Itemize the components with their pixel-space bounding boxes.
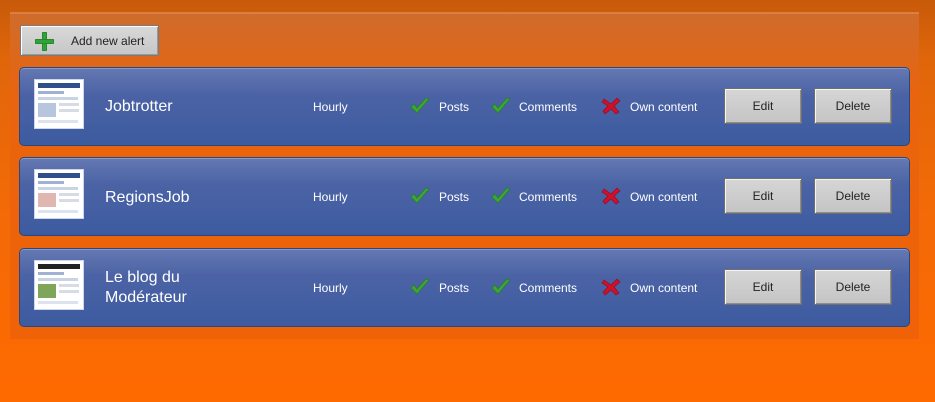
alert-row: RegionsJob Hourly Posts Comments Own con…	[19, 157, 910, 236]
delete-button[interactable]: Delete	[814, 178, 892, 214]
add-new-alert-button[interactable]: Add new alert	[20, 25, 159, 56]
alert-name: Jobtrotter	[105, 98, 173, 115]
alert-frequency: Hourly	[313, 190, 348, 204]
check-icon	[491, 278, 511, 295]
site-thumbnail	[34, 260, 84, 310]
cross-icon	[601, 278, 621, 296]
option-comments: Comments	[519, 100, 578, 114]
edit-button[interactable]: Edit	[724, 269, 802, 305]
option-posts: Posts	[439, 190, 470, 204]
alert-frequency: Hourly	[313, 100, 348, 114]
check-icon	[410, 97, 430, 114]
check-icon	[410, 278, 430, 295]
option-own-content: Own content	[630, 281, 698, 295]
alert-name: Le blog du Modérateur	[105, 268, 187, 308]
cross-icon	[601, 187, 621, 205]
option-own-content: Own content	[630, 190, 698, 204]
option-own-content: Own content	[630, 100, 698, 114]
alert-name-line-2: Modérateur	[105, 289, 187, 306]
site-thumbnail	[34, 169, 84, 219]
alert-name: RegionsJob	[105, 189, 190, 206]
check-icon	[491, 187, 511, 204]
alert-frequency: Hourly	[313, 281, 348, 295]
site-thumbnail	[34, 79, 84, 129]
alert-row: Le blog du Modérateur Hourly Posts Comme…	[19, 248, 910, 327]
option-comments: Comments	[519, 190, 578, 204]
option-posts: Posts	[439, 100, 470, 114]
alert-name-line-1: Le blog du	[105, 269, 180, 286]
delete-button[interactable]: Delete	[814, 88, 892, 124]
edit-button[interactable]: Edit	[724, 88, 802, 124]
cross-icon	[601, 97, 621, 115]
check-icon	[410, 187, 430, 204]
option-comments: Comments	[519, 281, 578, 295]
alert-row: Jobtrotter Hourly Posts Comments Own con…	[19, 67, 910, 146]
delete-button[interactable]: Delete	[814, 269, 892, 305]
check-icon	[491, 97, 511, 114]
add-new-alert-label: Add new alert	[71, 34, 145, 48]
option-posts: Posts	[439, 281, 470, 295]
edit-button[interactable]: Edit	[724, 178, 802, 214]
plus-icon	[35, 32, 54, 51]
